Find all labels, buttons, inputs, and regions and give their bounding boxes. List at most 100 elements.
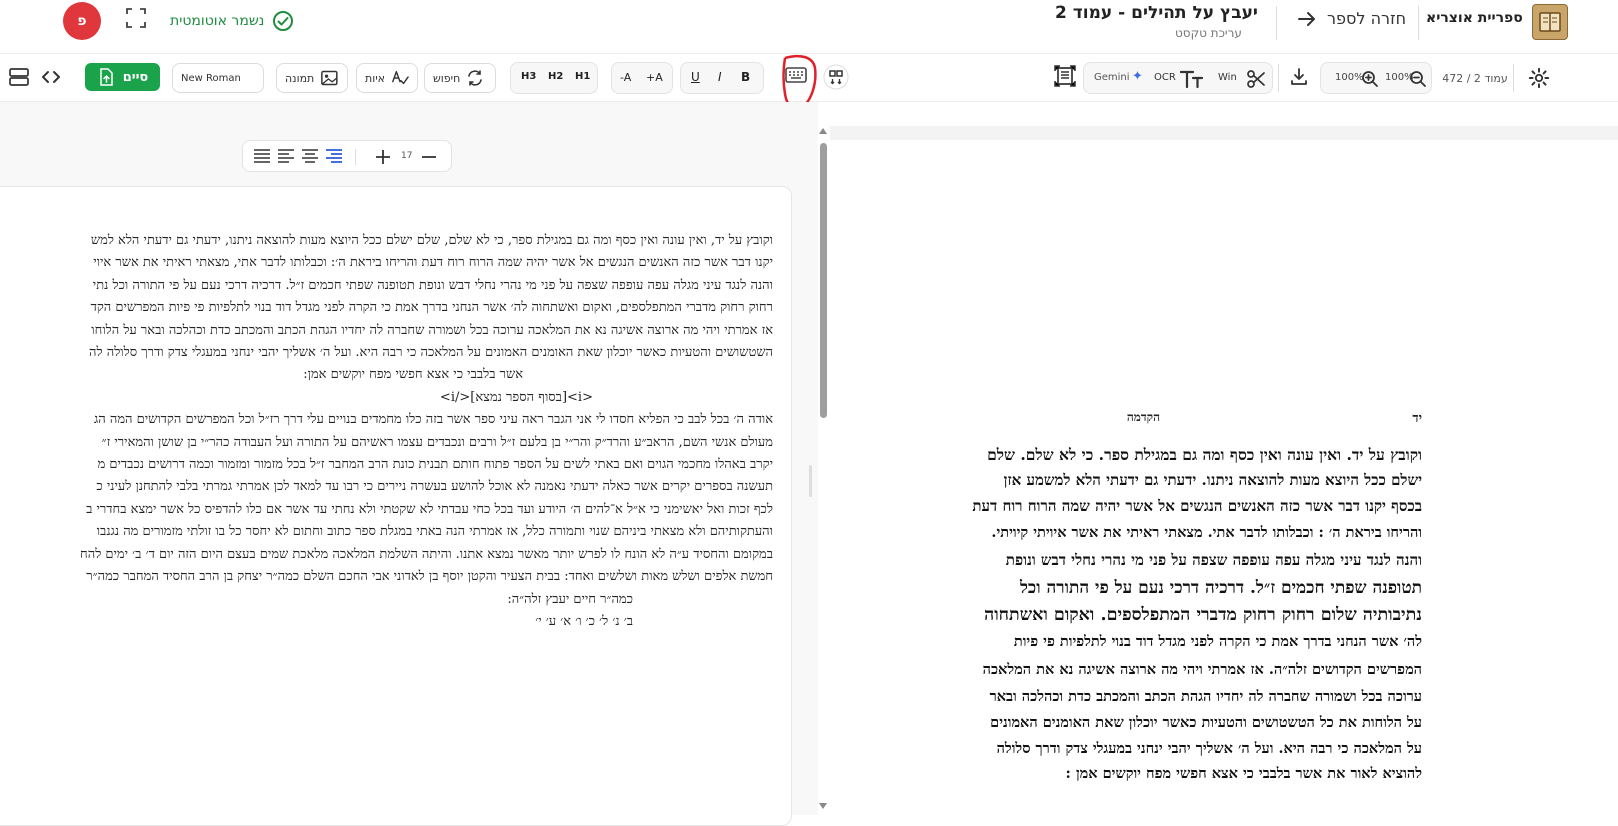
font-size-value: 17 — [401, 151, 413, 161]
toolbar-divider — [1278, 64, 1279, 92]
search-replace-button[interactable]: חיפוש — [424, 63, 496, 93]
toolbar-divider — [1513, 64, 1514, 92]
pane-resize-handle[interactable] — [809, 465, 812, 497]
scan-line: על הלוחות את כל הטשטושים והטעיות כאשר יו… — [990, 714, 1422, 731]
editor-line[interactable]: אודה ה׳ בכל לבב כי הפליא חסדו לי אני הגב… — [0, 409, 773, 431]
editor-line[interactable]: ב׳ נ׳ ל׳ כ׳ ו׳ א׳ ע׳ י׳ — [0, 611, 773, 633]
editor-line[interactable]: אז אמרתי ויהי מה ארוצה אשיגה נא את המלאכ… — [0, 320, 773, 342]
align-center-icon[interactable] — [301, 148, 319, 166]
underline-button[interactable]: U — [691, 70, 700, 84]
editor-line[interactable]: אשר בלבבי כי אצא חפשי מפח יוקשים אמן: — [0, 364, 773, 386]
align-left-icon[interactable] — [277, 148, 295, 166]
font-family-value: New Roman — [181, 72, 241, 84]
plus-icon[interactable] — [375, 149, 391, 165]
spellcheck-button[interactable]: איות — [356, 63, 418, 93]
code-icon[interactable] — [41, 69, 61, 85]
page-title: יעבץ על תהילים - עמוד 2 — [1055, 3, 1258, 23]
arrow-right-icon — [1298, 11, 1315, 26]
zoom-value: 100% — [1385, 72, 1414, 83]
header-divider — [1418, 6, 1419, 40]
autosave-status: נשמר אוטומטית — [170, 10, 294, 32]
h3-button[interactable]: H3 — [521, 71, 536, 82]
autosave-label: נשמר אוטומטית — [170, 13, 265, 29]
font-family-select[interactable]: New Roman — [172, 63, 264, 93]
scan-line: והנה לנגד עיני מגלה עפה עופפה שצפה על פנ… — [1005, 551, 1422, 569]
image-icon — [321, 70, 338, 86]
scan-line: בכסף יקנו דבר אשר כזה האנשים הנגשים אל א… — [972, 497, 1422, 515]
h2-button[interactable]: H2 — [548, 71, 563, 82]
header-divider — [1276, 6, 1277, 40]
check-circle-icon — [273, 11, 294, 31]
editor-line[interactable]: יקרב באהלו מחכמי הגוים ואם באתי לשים על … — [0, 454, 773, 476]
zoom-value: 100% — [1335, 72, 1364, 83]
document-scan-icon[interactable] — [1053, 64, 1077, 88]
editor-line[interactable]: מעולם אנשי השם, הראב״ע והרד״ק והר״י בן ב… — [0, 432, 773, 454]
text-size-icon[interactable] — [1180, 69, 1204, 89]
editor-line[interactable]: וקובץ על יד, ואין עונה ואין כסף ומה גם ב… — [0, 230, 773, 252]
ocr-label[interactable]: OCR — [1154, 72, 1176, 83]
editor-line[interactable]: יקנו דבר אשר כזה האנשים הנגשים אל אשר יה… — [0, 252, 773, 274]
zoom-group: 100% 100% — [1320, 62, 1432, 94]
editor-line[interactable]: כמה״ר חיים יעבץ זלה״ה: — [0, 589, 773, 611]
font-increase-button[interactable]: +A — [646, 71, 663, 84]
avatar[interactable]: פ — [63, 2, 101, 40]
align-right-icon[interactable] — [325, 148, 343, 166]
font-size-group: +A -A — [611, 62, 673, 94]
upload-file-icon — [99, 68, 113, 86]
format-bar: 17 — [242, 140, 452, 172]
page-indicator: עמוד 2 / 472 — [1442, 71, 1508, 85]
italic-button[interactable]: I — [718, 70, 722, 84]
win-label[interactable]: Win — [1218, 72, 1237, 83]
editor-line[interactable]: והנה לנגד עיני מגלה עפה עופפה שצפה על פנ… — [0, 275, 773, 297]
format-divider — [355, 149, 356, 165]
align-justify-icon[interactable] — [253, 148, 271, 166]
editor-content[interactable]: וקובץ על יד, ואין עונה ואין כסף ומה גם ב… — [0, 230, 773, 730]
scan-line: והריחו ביראת ה׳ : וכבלותו לדבר אתי. מצאת… — [991, 524, 1422, 541]
scan-page-header: יד הקדמה — [862, 410, 1422, 430]
editor-line[interactable]: במקומם והחסיד ע״ה לא הונח לו לפרש יותר מ… — [0, 544, 773, 566]
text-style-group: B I U — [680, 62, 764, 94]
scan-page-number: יד — [1412, 411, 1422, 426]
bold-button[interactable]: B — [741, 70, 750, 84]
scan-section-title: הקדמה — [1126, 410, 1160, 424]
app-name: ספריית אוצריא — [1426, 10, 1523, 26]
gemini-label[interactable]: Gemini — [1094, 72, 1130, 83]
scissors-icon[interactable] — [1246, 69, 1266, 89]
back-to-book-link[interactable]: חזרה לספר — [1297, 9, 1406, 28]
spellcheck-icon — [392, 70, 409, 85]
scan-line: על המלאכה כי רבה היא. ועל ה׳ אשליך יהבי … — [996, 740, 1422, 757]
layout-toggle-icon[interactable] — [8, 67, 30, 87]
app-logo[interactable] — [1532, 4, 1568, 40]
editor-line[interactable]: רחוק רחוק מדברי המתפלספים, ואקום ואשתחוה… — [0, 297, 773, 319]
editor-line[interactable]: תעשנה בספרים יקרים אשר כאלה ידעתי נאמנה … — [0, 476, 773, 498]
fullscreen-icon[interactable] — [126, 8, 146, 28]
ocr-group: Win OCR ✦ Gemini — [1083, 62, 1273, 94]
image-button[interactable]: תמונה — [276, 63, 348, 93]
finish-button[interactable]: סיים — [85, 63, 160, 91]
scan-line: ערוכה בכל ושמורה שחברה לה יחדיו הגהת הכת… — [989, 688, 1422, 705]
scroll-down-icon[interactable] — [819, 803, 827, 809]
scan-line: תטופנה שפתי חכמים ז״ל. דרכיה דרכי נעם על… — [1019, 578, 1422, 598]
heading-group: H1 H2 H3 — [510, 62, 598, 94]
editor-line[interactable]: <i>[בסוף הספר נמצא]</i> — [0, 387, 773, 409]
image-label: תמונה — [285, 71, 315, 85]
font-decrease-button[interactable]: -A — [620, 71, 631, 84]
zoom-in-icon[interactable] — [1361, 70, 1379, 88]
spellcheck-label: איות — [365, 71, 386, 85]
editor-line[interactable]: לכף זכות ואל יאשימני כי א״ל א־להים ה׳ הי… — [0, 499, 773, 521]
scan-line: נתיבותיה שלום רחוק רחוק מדברי המתפלספים.… — [984, 605, 1422, 625]
editor-line[interactable]: השטשושים והטעיות כאשר יוכלון שאת האומנים… — [0, 342, 773, 364]
sparkle-icon: ✦ — [1132, 69, 1143, 84]
editor-line[interactable]: חמשת אלפים ושלש מאות ושלשים ואחד: בבית ה… — [0, 566, 773, 588]
gear-icon[interactable] — [1528, 67, 1550, 89]
scan-line: המפרשים הקדושים זלה״ה. אז אמרתי ויהי מה … — [982, 661, 1422, 678]
h1-button[interactable]: H1 — [575, 71, 590, 82]
minus-icon[interactable] — [421, 149, 437, 165]
download-icon[interactable] — [1289, 67, 1309, 87]
back-label: חזרה לספר — [1327, 9, 1407, 28]
editor-line[interactable]: והעתקותיהם ולא מצאתי ביניהם שנוי ותמורה … — [0, 521, 773, 543]
scan-line: וקובץ על יד. ואין עונה ואין כסף ומה גם ב… — [987, 445, 1422, 464]
scroll-up-icon[interactable] — [819, 128, 827, 134]
columns-icon[interactable] — [823, 64, 849, 90]
scrollbar-thumb[interactable] — [820, 143, 827, 418]
